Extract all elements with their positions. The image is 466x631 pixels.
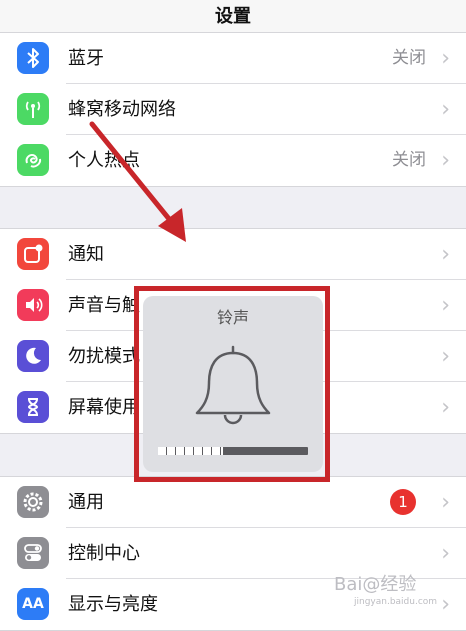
hourglass-icon	[17, 391, 49, 423]
settings-row-hotspot[interactable]: 个人热点 关闭 ›	[0, 135, 466, 186]
update-badge: 1	[390, 489, 416, 515]
chevron-right-icon: ›	[441, 344, 450, 369]
annotation-arrow	[89, 121, 186, 242]
row-label: 控制中心	[68, 543, 140, 564]
baidu-watermark: Bai@经验 jingyan.baidu.com	[334, 570, 462, 612]
settings-row-cellular[interactable]: 蜂窝移动网络 ›	[0, 84, 466, 135]
notification-icon	[17, 238, 49, 270]
row-label: 蓝牙	[68, 48, 104, 69]
chevron-right-icon: ›	[441, 242, 450, 267]
text-size-icon: AA	[17, 588, 49, 620]
row-label: 通用	[68, 492, 104, 513]
row-value: 关闭	[392, 48, 426, 68]
chevron-right-icon: ›	[441, 293, 450, 318]
row-value: 关闭	[392, 150, 426, 170]
row-label: 屏幕使用	[68, 397, 140, 418]
chevron-right-icon: ›	[441, 490, 450, 515]
connectivity-group: 蓝牙 关闭 › 蜂窝移动网络 › 个人热点 关闭 ›	[0, 32, 466, 187]
chevron-right-icon: ›	[441, 97, 450, 122]
watermark-url: jingyan.baidu.com	[354, 597, 438, 607]
page-title: 设置	[215, 6, 251, 27]
chevron-right-icon: ›	[441, 148, 450, 173]
chevron-right-icon: ›	[441, 46, 450, 71]
icon-text: AA	[22, 596, 44, 612]
row-label: 显示与亮度	[68, 594, 158, 615]
highlight-frame	[134, 286, 330, 482]
row-label: 勿扰模式	[68, 346, 140, 367]
chevron-right-icon: ›	[441, 395, 450, 420]
hotspot-icon	[17, 144, 49, 176]
row-label: 声音与触	[68, 295, 140, 316]
settings-row-general[interactable]: 通用 1 ›	[0, 477, 466, 528]
settings-row-bluetooth[interactable]: 蓝牙 关闭 ›	[0, 33, 466, 84]
settings-row-notifications[interactable]: 通知 ›	[0, 229, 466, 280]
watermark-logo-text: Bai@经验	[334, 574, 417, 595]
gear-icon	[17, 486, 49, 518]
speaker-icon	[17, 289, 49, 321]
toggles-icon	[17, 537, 49, 569]
antenna-icon	[17, 93, 49, 125]
moon-icon	[17, 340, 49, 372]
bluetooth-icon	[17, 42, 49, 74]
